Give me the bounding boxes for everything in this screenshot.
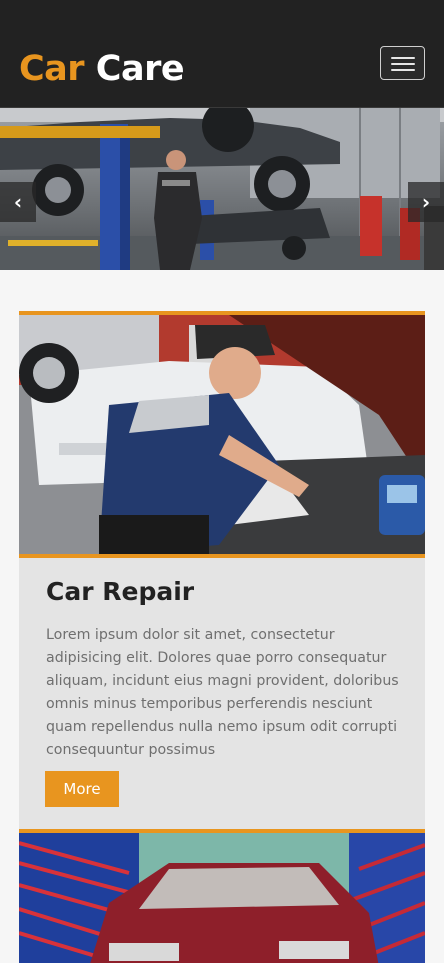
hamburger-bar xyxy=(391,57,415,59)
chevron-left-icon: ‹ xyxy=(13,190,23,214)
garage-lift-image xyxy=(0,108,444,270)
slider-next-button[interactable]: › xyxy=(408,182,444,222)
site-logo[interactable]: Car Care xyxy=(19,46,185,92)
logo-word-car: Car xyxy=(19,49,85,89)
car-wash-image xyxy=(19,833,425,963)
card-image-frame xyxy=(19,311,425,558)
service-card: Car Repair Lorem ipsum dolor sit amet, c… xyxy=(19,311,425,831)
card-description: Lorem ipsum dolor sit amet, consectetur … xyxy=(46,627,399,758)
card-title: Car Repair xyxy=(46,577,195,606)
hero-slider[interactable]: ‹ › xyxy=(0,108,444,270)
slider-prev-button[interactable]: ‹ xyxy=(0,182,36,222)
site-header: Car Care xyxy=(0,0,444,108)
chevron-right-icon: › xyxy=(421,190,431,214)
more-button[interactable]: More xyxy=(45,771,119,807)
mechanic-engine-image xyxy=(19,315,425,554)
hamburger-menu-button[interactable] xyxy=(380,46,425,80)
logo-word-care: Care xyxy=(95,49,185,89)
hamburger-bar xyxy=(391,69,415,71)
hamburger-bar xyxy=(391,63,415,65)
service-card-car-wash xyxy=(19,829,425,963)
